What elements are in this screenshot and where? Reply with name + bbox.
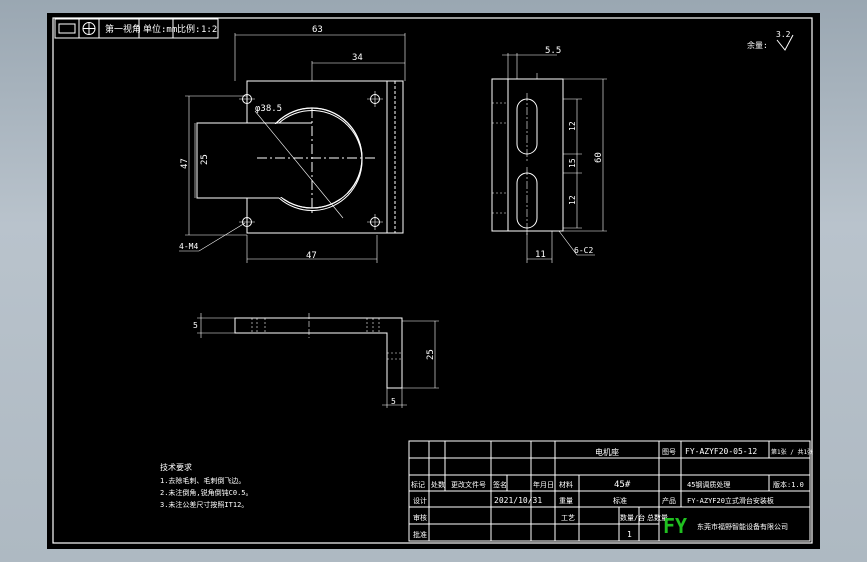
tb-standard-label: 标准 (613, 496, 627, 505)
dim-front-bottom: 47 (306, 251, 317, 261)
drawing-sheet: 第一视角 单位:mm 比例: 1:2 余量: 3.2 63 34 47 25 4… (47, 13, 820, 549)
tb-header-change: 更改文件号 (451, 480, 486, 489)
header-scale-value: 1:2 (201, 25, 217, 35)
dim-bottom-width: 5 (391, 397, 396, 406)
side-view (491, 53, 607, 263)
tb-process-label: 工艺 (561, 514, 575, 522)
dim-front-height: 47 (180, 158, 190, 169)
header-scale-label: 比例: (177, 23, 200, 35)
tb-drawing-no-label: 图号 (662, 448, 676, 456)
tb-header-count: 处数 (431, 480, 445, 489)
hole-callout: 4-M4 (179, 242, 198, 251)
tb-company: 东莞市福野智能设备有限公司 (697, 522, 788, 531)
tb-product-label: 产品 (662, 496, 676, 505)
company-logo: FY (663, 514, 687, 538)
tb-material-value: 45# (614, 480, 631, 490)
header-label-unit: 单位:mm (143, 23, 177, 35)
roughness-value: 3.2 (776, 30, 791, 39)
notes-title: 技术要求 (160, 462, 192, 472)
tb-review-label: 审核 (413, 513, 427, 522)
tb-treatment: 45钢调质处理 (687, 480, 730, 489)
dim-side-slot-b: 12 (568, 195, 577, 205)
tb-material-label: 材料 (559, 480, 573, 489)
dim-front-top-partial: 34 (352, 53, 363, 63)
notes-line-2: 2.未注倒角,锐角倒钝C0.5。 (160, 488, 253, 497)
notes-line-1: 1.去除毛刺、毛刺倒飞边。 (160, 476, 245, 485)
dim-side-slot-a: 12 (568, 121, 577, 131)
tb-sheet-label: 第1张 / 共1张 (771, 448, 813, 456)
dim-side-slot-gap: 15 (568, 158, 577, 168)
dim-side-height: 60 (594, 152, 604, 163)
notes-line-3: 3.未注公差尺寸按照IT12。 (160, 500, 248, 509)
tb-weight-label: 重量 (559, 497, 573, 505)
tb-drawing-no: FY-AZYF20-05-12 (685, 447, 757, 456)
tb-qty-label: 数量/台 (620, 513, 645, 522)
tb-header-mark: 标记 (411, 480, 425, 489)
dim-bottom-height: 25 (426, 349, 436, 360)
bottom-view (197, 313, 439, 408)
dim-front-width: 63 (312, 25, 323, 35)
projection-symbol-icon (58, 23, 76, 34)
roughness-label: 余量: (747, 40, 768, 50)
tb-qty-value: 1 (627, 530, 632, 539)
tb-header-sign: 签名 (493, 480, 507, 489)
drawing-canvas: 第一视角 单位:mm 比例: 1:2 余量: 3.2 63 34 47 25 4… (52, 17, 813, 544)
dim-front-inner: 25 (200, 154, 210, 165)
tb-approve-label: 批准 (413, 530, 427, 539)
tb-header-date: 年月日 (533, 480, 554, 489)
tb-designer-label: 设计 (413, 496, 427, 505)
tb-product: FY-AZYF20立式滑台安装板 (687, 496, 774, 505)
dim-side-bottom: 11 (535, 250, 546, 260)
dim-front-diameter: φ38.5 (255, 104, 282, 114)
dim-bottom-thickness: 5 (193, 321, 198, 330)
dim-side-top: 5.5 (545, 46, 561, 56)
front-view (179, 33, 406, 263)
tb-part-name: 电机座 (595, 447, 619, 457)
chamfer-callout: 6-C2 (574, 246, 593, 255)
tb-version: 版本:1.0 (773, 480, 804, 489)
tb-date-value: 2021/10/31 (494, 496, 542, 505)
header-label-view: 第一视角 (105, 23, 141, 35)
